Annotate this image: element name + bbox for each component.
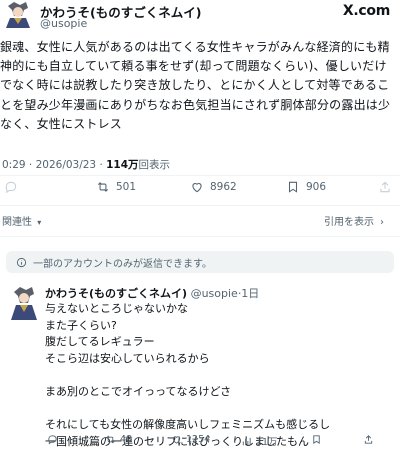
view-suffix: 回表示 <box>138 159 171 171</box>
view-count: 114万 <box>106 159 139 171</box>
divider <box>0 175 400 176</box>
reply-author-handle[interactable]: @usopie <box>191 287 238 300</box>
retweet-icon <box>106 435 115 444</box>
bookmark-icon <box>313 435 320 445</box>
heart-icon <box>172 436 181 444</box>
reply-repost-button[interactable]: 48 <box>105 434 132 445</box>
chevron-down-icon: ▾ <box>37 218 42 227</box>
x-logo: X.com <box>342 3 390 19</box>
bookmark-button[interactable]: 906 <box>286 180 326 194</box>
reply-button[interactable] <box>4 180 24 194</box>
reply-header: かわうそ(ものすごくネムイ) @usopie·1日 <box>45 285 259 301</box>
bookmark-count: 906 <box>306 181 327 193</box>
reply-line: まあ別のとこでオイっってなるけどさ <box>45 384 232 398</box>
reply-line: 腹だしてるレギュラー <box>45 335 155 349</box>
repost-count: 501 <box>116 181 137 193</box>
divider <box>0 205 400 206</box>
reply-views[interactable]: 11万 <box>241 434 278 448</box>
sort-relevance-dropdown[interactable]: 関連性 ▾ <box>2 213 41 228</box>
repost-button[interactable]: 501 <box>96 180 136 194</box>
like-button[interactable]: 8962 <box>190 180 237 194</box>
like-count: 8962 <box>210 181 237 193</box>
retweet-icon <box>97 182 109 192</box>
chevron-right-icon: › <box>380 217 384 228</box>
views-icon <box>242 437 251 445</box>
heart-icon <box>192 183 202 193</box>
reply-reply-button[interactable] <box>47 434 62 445</box>
tweet-header: かわうそ(ものすごくネムイ) @usopie X.com <box>0 0 400 30</box>
lock-info-icon <box>16 257 27 267</box>
reply-text: 与えないところじゃないかな また子くらい? 腹だしてるレギュラー そこら辺は安心… <box>45 301 395 450</box>
reply-line: 与えないところじゃないかな <box>45 302 188 315</box>
tweet-time[interactable]: 0:29 · 2026/03/23 · <box>2 159 106 171</box>
share-button[interactable] <box>378 180 398 194</box>
bookmark-icon <box>288 181 298 193</box>
reply-icon <box>5 181 17 194</box>
show-quotes-link[interactable]: 引用を表示 › <box>324 213 384 228</box>
reply-line: それにしても女性の解像度高いしフェミニズムも感じるし <box>45 418 331 432</box>
reply-share-button[interactable] <box>363 434 378 445</box>
reply-time[interactable]: ·1日 <box>238 287 260 300</box>
share-icon <box>380 181 390 193</box>
reply-author-name[interactable]: かわうそ(ものすごくネムイ) <box>45 287 187 300</box>
reply-line: そこら辺は安心していられるから <box>45 351 210 365</box>
notice-text: 一部のアカウントのみが返信できます。 <box>33 258 212 270</box>
reply-restriction-notice: 一部のアカウントのみが返信できます。 <box>6 251 394 273</box>
reply-line: また子くらい? <box>45 318 117 332</box>
reply-like-button[interactable]: 1254 <box>171 434 210 445</box>
share-icon <box>364 435 373 444</box>
reply-repost-count: 48 <box>120 434 133 445</box>
avatar[interactable] <box>6 284 42 320</box>
tweet-text: 銀魂、女性に人気があるのは出てくる女性キャラがみんな経済的にも精神的にも自立して… <box>0 40 391 131</box>
reply-bookmark-button[interactable] <box>311 434 326 445</box>
reply-like-count: 1254 <box>186 434 211 445</box>
reply-icon <box>48 435 57 445</box>
reply-actions: 48 1254 11万 <box>45 434 395 448</box>
reply-line <box>45 367 395 384</box>
author-handle[interactable]: @usopie <box>40 17 87 30</box>
reply-line <box>45 401 395 418</box>
tweet-meta: 0:29 · 2026/03/23 · 114万回表示 <box>2 157 170 172</box>
divider <box>0 236 400 237</box>
avatar[interactable] <box>0 0 36 28</box>
sort-label: 関連性 <box>2 217 32 228</box>
reply-view-count: 11万 <box>256 437 278 448</box>
quotes-label: 引用を表示 <box>324 217 374 228</box>
tweet-actions: 501 8962 906 <box>0 180 400 202</box>
